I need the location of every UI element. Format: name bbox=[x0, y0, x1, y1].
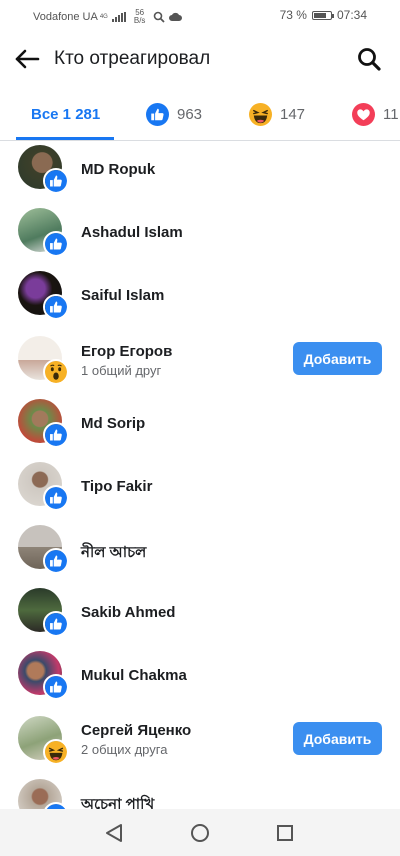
network-type: 4G bbox=[99, 14, 108, 20]
like-badge-icon bbox=[43, 485, 69, 511]
tab-all-label: Все 1 281 bbox=[31, 105, 101, 123]
tab-haha-count: 147 bbox=[280, 105, 306, 123]
page-title: Кто отреагировал bbox=[54, 48, 211, 69]
person-name[interactable]: Tipo Fakir bbox=[81, 478, 152, 495]
carrier-label: Vodafone UA bbox=[33, 11, 98, 23]
person-name[interactable]: MD Ropuk bbox=[81, 161, 155, 178]
app-header: Кто отреагировал bbox=[0, 30, 400, 88]
tab-like[interactable]: 963 bbox=[146, 88, 202, 140]
triangle-back-icon bbox=[106, 824, 122, 842]
like-badge-icon bbox=[43, 168, 69, 194]
mutual-friends: 2 общих друга bbox=[81, 742, 168, 757]
love-icon bbox=[352, 102, 375, 126]
battery-icon bbox=[311, 10, 334, 20]
like-badge-icon bbox=[43, 294, 69, 320]
list-item[interactable]: Tipo Fakir bbox=[0, 456, 400, 519]
like-badge-icon bbox=[43, 674, 69, 700]
tab-love[interactable]: 11 bbox=[352, 88, 399, 140]
search-notification-icon bbox=[154, 11, 166, 23]
signal-icon bbox=[111, 12, 126, 22]
reaction-tabs: Все 1 281 963 147 11 bbox=[0, 88, 400, 141]
clock: 07:34 bbox=[336, 8, 367, 22]
person-name[interactable]: Saiful Islam bbox=[81, 287, 164, 304]
status-left: Vodafone UA 4G 56 B/s bbox=[33, 9, 183, 25]
list-item[interactable]: অচেনা পাখি bbox=[0, 771, 400, 809]
nav-back-button[interactable] bbox=[101, 820, 127, 846]
person-name[interactable]: Mukul Chakma bbox=[81, 667, 187, 684]
tab-love-count: 11 bbox=[383, 105, 399, 123]
list-item[interactable]: Егор Егоров 1 общий друг Добавить bbox=[0, 330, 400, 393]
tab-like-count: 963 bbox=[177, 105, 203, 123]
active-tab-indicator bbox=[16, 137, 114, 140]
people-list: MD Ropuk Ashadul Islam Saiful Islam Егор… bbox=[0, 141, 400, 809]
status-right: 73 % 07:34 bbox=[280, 8, 367, 22]
person-name[interactable]: Сергей Яценко bbox=[81, 722, 191, 739]
like-badge-icon bbox=[43, 422, 69, 448]
square-recents-icon bbox=[277, 825, 293, 841]
list-item[interactable]: Mukul Chakma bbox=[0, 645, 400, 708]
tab-all[interactable]: Все 1 281 bbox=[31, 88, 100, 140]
search-button[interactable] bbox=[354, 44, 384, 74]
back-button[interactable] bbox=[12, 44, 42, 74]
list-item[interactable]: Md Sorip bbox=[0, 393, 400, 456]
nav-home-button[interactable] bbox=[187, 820, 213, 846]
status-bar: Vodafone UA 4G 56 B/s 73 % 07:34 bbox=[0, 0, 400, 30]
person-name[interactable]: Ashadul Islam bbox=[81, 224, 183, 241]
speed-unit: B/s bbox=[133, 16, 146, 25]
person-name[interactable]: অচেনা পাখি bbox=[81, 793, 154, 809]
like-icon bbox=[146, 102, 169, 126]
tab-haha[interactable]: 147 bbox=[249, 88, 305, 140]
circle-home-icon bbox=[191, 824, 209, 842]
cloud-icon bbox=[169, 12, 183, 21]
person-name[interactable]: নীল আচল bbox=[81, 541, 146, 566]
like-badge-icon bbox=[43, 231, 69, 257]
nav-recents-button[interactable] bbox=[272, 820, 298, 846]
haha-badge-icon bbox=[43, 739, 69, 765]
list-item[interactable]: Sakib Ahmed bbox=[0, 582, 400, 645]
list-item[interactable]: MD Ropuk bbox=[0, 141, 400, 204]
battery-percent: 73 % bbox=[279, 8, 307, 22]
list-item[interactable]: Ashadul Islam bbox=[0, 204, 400, 267]
add-friend-button[interactable]: Добавить bbox=[293, 722, 382, 755]
search-icon bbox=[358, 48, 381, 71]
list-item[interactable]: Saiful Islam bbox=[0, 267, 400, 330]
network-speed: 56 B/s bbox=[134, 9, 146, 25]
list-item[interactable]: Сергей Яценко 2 общих друга Добавить bbox=[0, 708, 400, 771]
person-name[interactable]: Sakib Ahmed bbox=[81, 604, 175, 621]
like-badge-icon bbox=[43, 548, 69, 574]
system-nav-bar bbox=[0, 809, 400, 856]
wow-badge-icon bbox=[43, 359, 69, 385]
list-item[interactable]: নীল আচল bbox=[0, 519, 400, 582]
mutual-friends: 1 общий друг bbox=[81, 363, 162, 378]
person-name[interactable]: Md Sorip bbox=[81, 415, 145, 432]
haha-icon bbox=[249, 102, 272, 126]
arrow-left-icon bbox=[15, 49, 40, 69]
person-name[interactable]: Егор Егоров bbox=[81, 343, 172, 360]
add-friend-button[interactable]: Добавить bbox=[293, 342, 382, 375]
like-badge-icon bbox=[43, 611, 69, 637]
